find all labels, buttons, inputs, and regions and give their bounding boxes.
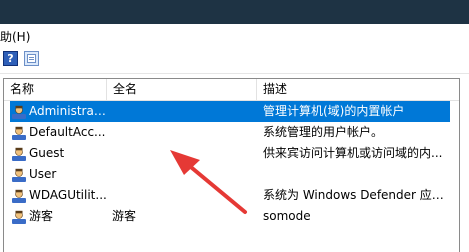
user-account-icon — [11, 104, 27, 120]
user-list[interactable]: 名称 全名 描述 Administrat... 管理计算机(域)的内置帐户 Defa… — [3, 78, 460, 252]
window-titlebar — [0, 0, 469, 24]
cell-fullname — [112, 164, 257, 185]
cell-description: 系统管理的用户帐户。 — [263, 125, 384, 139]
user-account-icon — [11, 146, 27, 162]
menu-bar: 助(H) — [0, 24, 469, 46]
cell-description: 供来宾访问计算机或访问域的内... — [263, 146, 443, 160]
user-account-icon — [11, 209, 27, 225]
table-row[interactable]: Administrat... 管理计算机(域)的内置帐户 — [4, 101, 459, 122]
cell-description: 管理计算机(域)的内置帐户 — [263, 104, 405, 118]
user-account-icon — [11, 167, 27, 183]
help-icon[interactable]: ? — [3, 51, 18, 66]
cell-name: WDAGUtilit... — [29, 188, 107, 202]
cell-fullname — [112, 185, 257, 206]
table-row[interactable]: User — [4, 164, 459, 185]
menu-help[interactable]: 助(H) — [0, 28, 30, 45]
cell-fullname — [112, 122, 257, 143]
user-account-icon — [11, 125, 27, 141]
cell-description — [263, 164, 453, 185]
table-row[interactable]: DefaultAcc... 系统管理的用户帐户。 — [4, 122, 459, 143]
table-row[interactable]: WDAGUtilit... 系统为 Windows Defender 应用... — [4, 185, 459, 206]
toolbar: ? — [0, 46, 469, 74]
cell-name: User — [29, 167, 57, 181]
column-header-name[interactable]: 名称 — [4, 79, 107, 100]
cell-name: DefaultAcc... — [29, 125, 106, 139]
cell-fullname — [112, 143, 257, 164]
user-account-icon — [11, 188, 27, 204]
cell-name: Guest — [29, 146, 65, 160]
cell-name: Administrat... — [29, 104, 109, 118]
column-header-fullname[interactable]: 全名 — [107, 79, 257, 100]
column-header-description[interactable]: 描述 — [257, 79, 459, 100]
cell-fullname — [112, 101, 257, 122]
cell-fullname: 游客 — [112, 209, 137, 223]
table-row[interactable]: Guest 供来宾访问计算机或访问域的内... — [4, 143, 459, 164]
cell-name: 游客 — [29, 209, 54, 223]
table-row[interactable]: 游客 游客 somode — [4, 206, 459, 227]
list-header: 名称 全名 描述 — [4, 79, 459, 101]
properties-icon[interactable] — [24, 51, 39, 66]
cell-description: somode — [263, 209, 311, 223]
cell-description: 系统为 Windows Defender 应用... — [263, 188, 453, 202]
